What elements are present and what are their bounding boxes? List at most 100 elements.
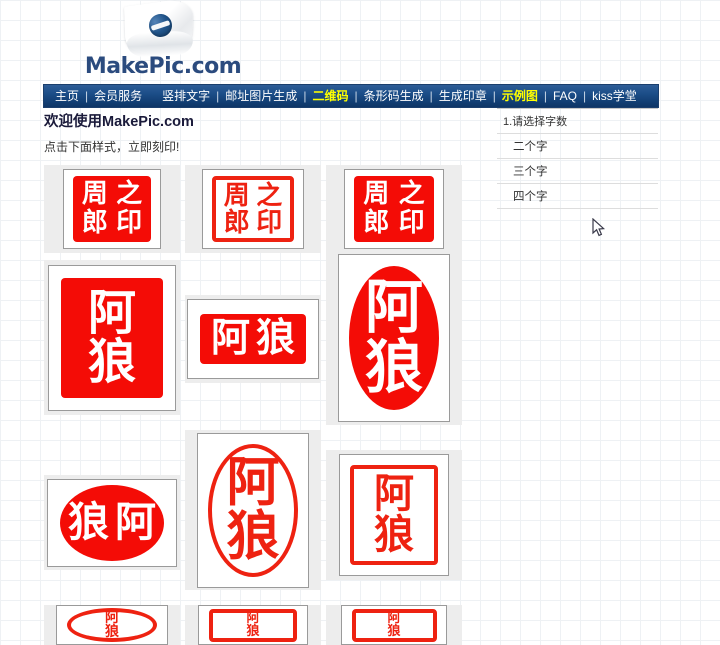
seal-sample-2[interactable]: 周之郎印 bbox=[185, 165, 321, 253]
seal-characters: 阿狼 bbox=[374, 474, 414, 556]
seal-thumbnail[interactable]: 阿狼 bbox=[197, 432, 309, 588]
seal-character: 狼 bbox=[68, 497, 109, 546]
seal-character: 狼 bbox=[246, 624, 260, 639]
seal-character: 郎 bbox=[223, 208, 250, 238]
seal-character: 阿 bbox=[226, 451, 280, 513]
nav-separator: | bbox=[85, 89, 89, 103]
nav-item-0[interactable]: 主页 bbox=[54, 90, 80, 102]
nav-item-9[interactable]: kiss学堂 bbox=[591, 90, 638, 102]
seal-stamp: 狼阿 bbox=[60, 484, 164, 561]
seal-characters: 周之郎印 bbox=[78, 180, 147, 238]
seal-character: 狼 bbox=[105, 624, 119, 640]
seal-sample-10[interactable]: 阿狼 bbox=[44, 605, 180, 645]
seal-thumbnail[interactable]: 阿狼 bbox=[338, 253, 450, 422]
seal-thumbnail[interactable]: 阿狼 bbox=[198, 605, 308, 645]
seal-character: 周 bbox=[223, 181, 250, 212]
seal-stamp: 阿狼 bbox=[349, 265, 439, 410]
nav-item-4[interactable]: 二维码 bbox=[311, 90, 349, 102]
seal-stamp: 阿狼 bbox=[209, 608, 297, 642]
seal-characters: 阿狼 bbox=[387, 610, 401, 638]
seal-characters: 阿狼 bbox=[87, 284, 136, 390]
seal-character: 阿 bbox=[105, 609, 119, 626]
main-navigation: 主页 | 会员服务 竖排文字 | 邮址图片生成 | 二维码 | 条形码生成 | … bbox=[43, 84, 659, 108]
seal-character: 周 bbox=[363, 179, 390, 210]
seal-sample-6[interactable]: 阿狼 bbox=[326, 250, 462, 425]
seal-characters: 阿狼 bbox=[105, 609, 119, 640]
nav-item-7[interactable]: 示例图 bbox=[501, 90, 539, 102]
seal-stamp: 周之郎印 bbox=[212, 176, 294, 242]
seal-thumbnail[interactable]: 阿狼 bbox=[56, 605, 168, 645]
mouse-cursor bbox=[592, 217, 606, 238]
seal-character: 之 bbox=[256, 181, 283, 212]
seal-sample-4[interactable]: 阿狼 bbox=[44, 260, 180, 415]
site-logo-text: MakePic.com bbox=[84, 54, 242, 79]
seal-thumbnail[interactable]: 周之郎印 bbox=[344, 169, 444, 249]
seal-characters: 阿狼 bbox=[226, 451, 280, 564]
sidebar-heading: 1.请选择字数 bbox=[497, 108, 658, 133]
sidebar-bottom-divider bbox=[497, 208, 658, 209]
seal-thumbnail[interactable]: 阿狼 bbox=[48, 264, 176, 411]
nav-item-2[interactable]: 竖排文字 bbox=[161, 90, 211, 102]
seal-character: 阿 bbox=[210, 316, 250, 362]
seal-characters: 阿狼 bbox=[208, 319, 298, 359]
sidebar-item-three-chars[interactable]: 三个字 bbox=[497, 158, 658, 183]
seal-thumbnail[interactable]: 狼阿 bbox=[47, 478, 177, 567]
seal-character: 郎 bbox=[363, 208, 390, 239]
seal-character: 阿 bbox=[246, 610, 260, 626]
seal-character: 印 bbox=[398, 208, 425, 239]
seal-sample-11[interactable]: 阿狼 bbox=[185, 605, 321, 645]
nav-separator: | bbox=[492, 89, 496, 103]
seal-character: 阿 bbox=[115, 497, 156, 546]
sidebar-panel: 1.请选择字数 二个字 三个字 四个字 bbox=[497, 108, 658, 209]
seal-stamp: 阿狼 bbox=[351, 608, 437, 642]
seal-characters: 狼阿 bbox=[65, 497, 159, 546]
nav-item-6[interactable]: 生成印章 bbox=[438, 90, 488, 102]
seal-character: 印 bbox=[116, 208, 143, 239]
seal-character: 阿 bbox=[364, 273, 423, 342]
seal-sample-5[interactable]: 阿狼 bbox=[185, 295, 321, 383]
nav-separator: | bbox=[216, 89, 220, 103]
seal-sample-1[interactable]: 周之郎印 bbox=[44, 165, 180, 253]
seal-character: 阿 bbox=[87, 284, 136, 341]
seal-stamp: 阿狼 bbox=[200, 314, 306, 364]
seal-thumbnail[interactable]: 阿狼 bbox=[339, 454, 449, 576]
seal-thumbnail[interactable]: 周之郎印 bbox=[63, 169, 161, 249]
sidebar-item-four-chars[interactable]: 四个字 bbox=[497, 183, 658, 208]
nav-separator: | bbox=[429, 89, 433, 103]
seal-row: 狼阿阿狼阿狼 bbox=[44, 430, 464, 590]
seal-sample-7[interactable]: 狼阿 bbox=[44, 475, 180, 570]
seal-stamp: 阿狼 bbox=[67, 608, 157, 642]
seal-character: 狼 bbox=[374, 512, 414, 558]
page-root: MakePic.com 主页 | 会员服务 竖排文字 | 邮址图片生成 | 二维… bbox=[0, 0, 720, 645]
document-sheet-icon bbox=[124, 0, 199, 60]
seal-character: 狼 bbox=[87, 333, 136, 390]
seal-thumbnail[interactable]: 阿狼 bbox=[187, 299, 319, 379]
nav-separator: | bbox=[583, 89, 587, 103]
seal-character: 周 bbox=[81, 179, 108, 210]
seal-sample-9[interactable]: 阿狼 bbox=[326, 450, 462, 580]
seal-character: 狼 bbox=[256, 316, 296, 362]
nav-item-3[interactable]: 邮址图片生成 bbox=[224, 90, 298, 102]
nav-separator: | bbox=[354, 89, 358, 103]
nav-item-5[interactable]: 条形码生成 bbox=[363, 90, 425, 102]
seal-stamp: 周之郎印 bbox=[354, 176, 434, 242]
nav-item-8[interactable]: FAQ bbox=[552, 90, 578, 102]
seal-characters: 阿狼 bbox=[365, 278, 423, 396]
seal-character: 阿 bbox=[374, 471, 414, 518]
seal-row: 周之郎印周之郎印周之郎印 bbox=[44, 165, 464, 253]
sidebar-item-two-chars[interactable]: 二个字 bbox=[497, 133, 658, 158]
seal-character: 阿 bbox=[387, 610, 401, 626]
nav-item-1[interactable]: 会员服务 bbox=[93, 90, 143, 102]
seal-characters: 阿狼 bbox=[246, 610, 260, 639]
seal-character: 郎 bbox=[81, 208, 108, 239]
seal-sample-8[interactable]: 阿狼 bbox=[185, 430, 321, 590]
seal-sample-3[interactable]: 周之郎印 bbox=[326, 165, 462, 253]
seal-thumbnail[interactable]: 阿狼 bbox=[341, 605, 447, 645]
seal-stamp: 阿狼 bbox=[350, 465, 438, 565]
seal-sample-12[interactable]: 阿狼 bbox=[326, 605, 462, 645]
seal-thumbnail[interactable]: 周之郎印 bbox=[202, 169, 304, 249]
seal-character: 印 bbox=[256, 208, 283, 238]
page-title: 欢迎使用MakePic.com bbox=[44, 114, 194, 130]
site-logo[interactable]: MakePic.com bbox=[63, 0, 263, 80]
seal-character: 狼 bbox=[364, 332, 423, 401]
